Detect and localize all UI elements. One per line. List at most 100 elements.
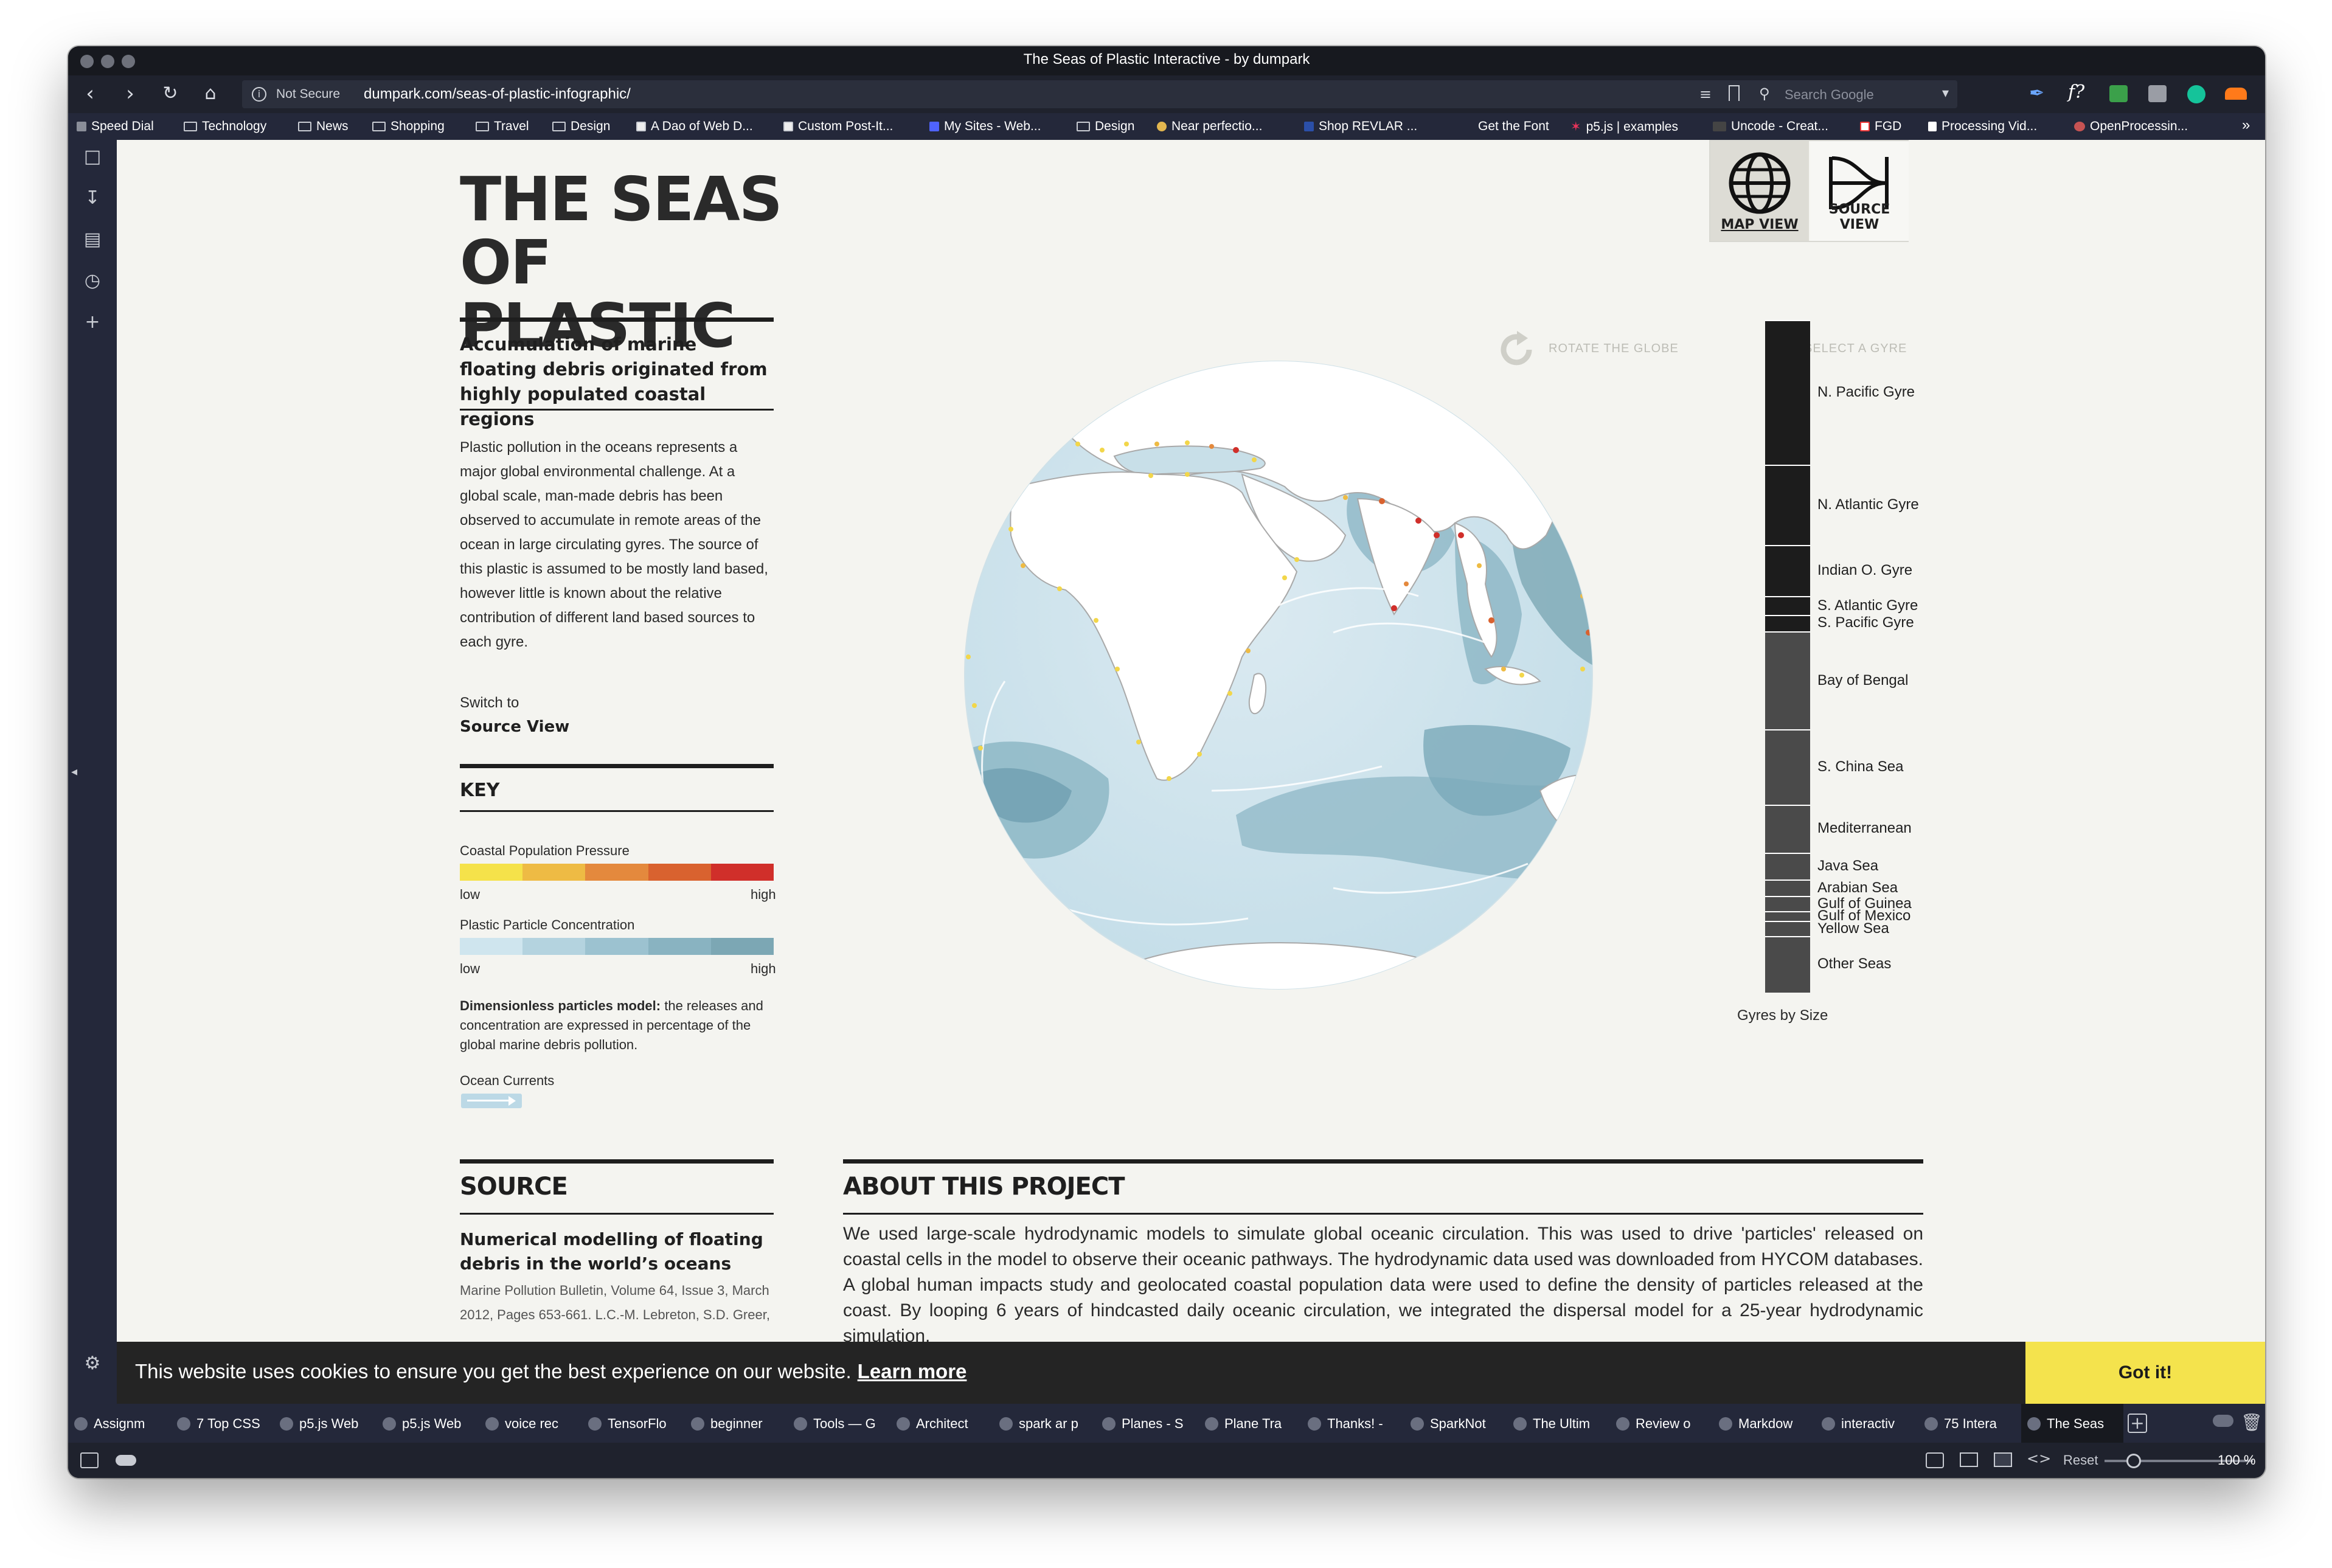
switch-to-source-view-link[interactable]: Source View	[460, 718, 569, 736]
picker-icon[interactable]: ✒	[2029, 83, 2050, 104]
bookmark-item[interactable]: OpenProcessin...	[2074, 119, 2188, 134]
gyre-label[interactable]: S. Pacific Gyre	[1817, 614, 1914, 631]
browser-tab[interactable]: TensorFlo	[582, 1404, 684, 1443]
bookmark-page-icon[interactable]	[1729, 85, 1740, 101]
bookmark-folder[interactable]: Travel	[476, 119, 529, 134]
browser-tab[interactable]: beginner	[685, 1404, 787, 1443]
gyre-segment[interactable]	[1765, 921, 1810, 936]
browser-tab[interactable]: Architect	[890, 1404, 993, 1443]
gyre-segment[interactable]	[1765, 896, 1810, 911]
browser-tab[interactable]: Tools — G	[788, 1404, 890, 1443]
learn-more-link[interactable]: Learn more	[858, 1360, 967, 1382]
browser-tab[interactable]: Plane Tra	[1199, 1404, 1301, 1443]
zoom-slider-handle[interactable]	[2126, 1454, 2141, 1468]
bookmark-folder[interactable]: Design	[1077, 119, 1134, 134]
bookmark-item[interactable]: Custom Post-It...	[783, 119, 893, 134]
browser-tab[interactable]: Assignm	[68, 1404, 170, 1443]
gyre-segment[interactable]	[1765, 596, 1810, 615]
grammarly-icon[interactable]	[2187, 85, 2205, 103]
font-finder-icon[interactable]: f?	[2068, 82, 2084, 103]
bookmark-folder[interactable]: Design	[552, 119, 610, 134]
bookmark-item[interactable]: My Sites - Web...	[929, 119, 1041, 134]
gyre-segment[interactable]	[1765, 631, 1810, 730]
add-panel-icon[interactable]: +	[82, 311, 103, 333]
bookmark-item[interactable]: Speed Dial	[77, 119, 154, 134]
gyre-segment[interactable]	[1765, 320, 1810, 465]
gyre-label[interactable]: Java Sea	[1817, 858, 1878, 875]
collapse-panel-icon[interactable]: ◂	[68, 760, 80, 782]
bookmark-folder[interactable]: Technology	[184, 119, 266, 134]
capture-icon[interactable]	[1926, 1452, 1944, 1468]
extension-icon[interactable]	[2148, 85, 2167, 102]
browser-tab[interactable]: voice rec	[479, 1404, 581, 1443]
settings-icon[interactable]: ⚙	[82, 1353, 103, 1375]
bookmark-item[interactable]: Processing Vid...	[1928, 119, 2037, 134]
source-view-button[interactable]: SOURCE VIEW	[1810, 141, 1909, 241]
bookmark-item[interactable]: Get the Font	[1478, 119, 1549, 134]
home-icon[interactable]: ⌂	[198, 82, 223, 106]
gyre-segment[interactable]	[1765, 935, 1810, 993]
forward-icon[interactable]: ›	[118, 82, 142, 106]
browser-tab[interactable]: p5.js Web	[274, 1404, 376, 1443]
gyre-label[interactable]: Arabian Sea	[1817, 879, 1898, 897]
gyre-label[interactable]: N. Pacific Gyre	[1817, 384, 1915, 401]
downloads-icon[interactable]: ↧	[82, 187, 103, 209]
bookmark-item[interactable]: Uncode - Creat...	[1713, 119, 1828, 134]
info-icon[interactable]: i	[252, 87, 266, 102]
gyre-label[interactable]: Indian O. Gyre	[1817, 562, 1912, 579]
browser-tab[interactable]: Review o	[1610, 1404, 1712, 1443]
bookmarks-panel-icon[interactable]: □	[82, 146, 103, 168]
reload-icon[interactable]: ↻	[158, 82, 182, 106]
url-field[interactable]: i Not Secure dumpark.com/seas-of-plastic…	[242, 80, 1775, 108]
browser-tab[interactable]: The Ultim	[1507, 1404, 1609, 1443]
bookmark-item[interactable]: A Dao of Web D...	[636, 119, 753, 134]
gyre-segment[interactable]	[1765, 544, 1810, 597]
got-it-button[interactable]: Got it!	[2025, 1342, 2265, 1404]
browser-tab[interactable]: SparkNot	[1404, 1404, 1507, 1443]
gyre-segment[interactable]	[1765, 804, 1810, 853]
gyre-label[interactable]: Mediterranean	[1817, 820, 1912, 837]
bookmark-item[interactable]: Near perfectio...	[1157, 119, 1262, 134]
browser-tab[interactable]: 75 Intera	[1918, 1404, 2021, 1443]
gyre-size-bar[interactable]	[1765, 320, 1810, 993]
browser-tab[interactable]: Markdow	[1713, 1404, 1815, 1443]
images-icon[interactable]	[1994, 1452, 2012, 1467]
browser-tab[interactable]: spark ar p	[993, 1404, 1095, 1443]
gyre-label[interactable]: Yellow Sea	[1817, 920, 1889, 937]
gyre-label[interactable]: Other Seas	[1817, 956, 1891, 973]
search-field[interactable]: ⚲ Search Google ▾	[1751, 80, 1957, 108]
gyre-label[interactable]: N. Atlantic Gyre	[1817, 496, 1919, 513]
cloud-icon[interactable]	[116, 1455, 136, 1466]
search-dropdown-icon[interactable]: ▾	[1942, 86, 1949, 101]
tiling-icon[interactable]	[1960, 1452, 1978, 1467]
back-icon[interactable]: ‹	[78, 82, 102, 106]
reset-zoom-button[interactable]: Reset	[2063, 1452, 2098, 1468]
gyre-segment[interactable]	[1765, 911, 1810, 921]
globe-map[interactable]	[956, 353, 1601, 997]
gyre-label[interactable]: S. China Sea	[1817, 758, 1903, 775]
bookmark-item[interactable]: Shop REVLAR ...	[1304, 119, 1417, 134]
bookmark-item[interactable]: ✶ p5.js | examples	[1570, 119, 1678, 134]
soundcloud-icon[interactable]	[2225, 88, 2247, 100]
browser-tab[interactable]: Thanks! -	[1302, 1404, 1404, 1443]
trash-icon[interactable]: 🗑	[2241, 1412, 2263, 1432]
reader-view-icon[interactable]: ≡	[1699, 86, 1712, 103]
gyre-segment[interactable]	[1765, 614, 1810, 631]
new-tab-button[interactable]: +	[2128, 1414, 2147, 1433]
gyre-segment[interactable]	[1765, 853, 1810, 879]
gyre-label[interactable]: S. Atlantic Gyre	[1817, 597, 1918, 614]
map-view-button[interactable]: MAP VIEW	[1710, 141, 1809, 241]
panel-toggle-icon[interactable]	[80, 1452, 99, 1468]
notes-icon[interactable]: ▤	[82, 229, 103, 251]
gyre-segment[interactable]	[1765, 729, 1810, 805]
cors-extension-icon[interactable]	[2109, 85, 2128, 102]
history-icon[interactable]: ◷	[82, 270, 103, 292]
page-actions-icon[interactable]: <>	[2027, 1450, 2051, 1467]
search-engine-icon[interactable]: ⚲	[1759, 85, 1770, 102]
browser-tab[interactable]: interactiv	[1816, 1404, 1918, 1443]
browser-tab[interactable]: The Seas	[2021, 1404, 2123, 1443]
bookmark-folder[interactable]: Shopping	[372, 119, 445, 134]
sync-cloud-icon[interactable]	[2213, 1415, 2233, 1427]
gyre-label[interactable]: Bay of Bengal	[1817, 672, 1908, 689]
bookmark-folder[interactable]: News	[298, 119, 349, 134]
